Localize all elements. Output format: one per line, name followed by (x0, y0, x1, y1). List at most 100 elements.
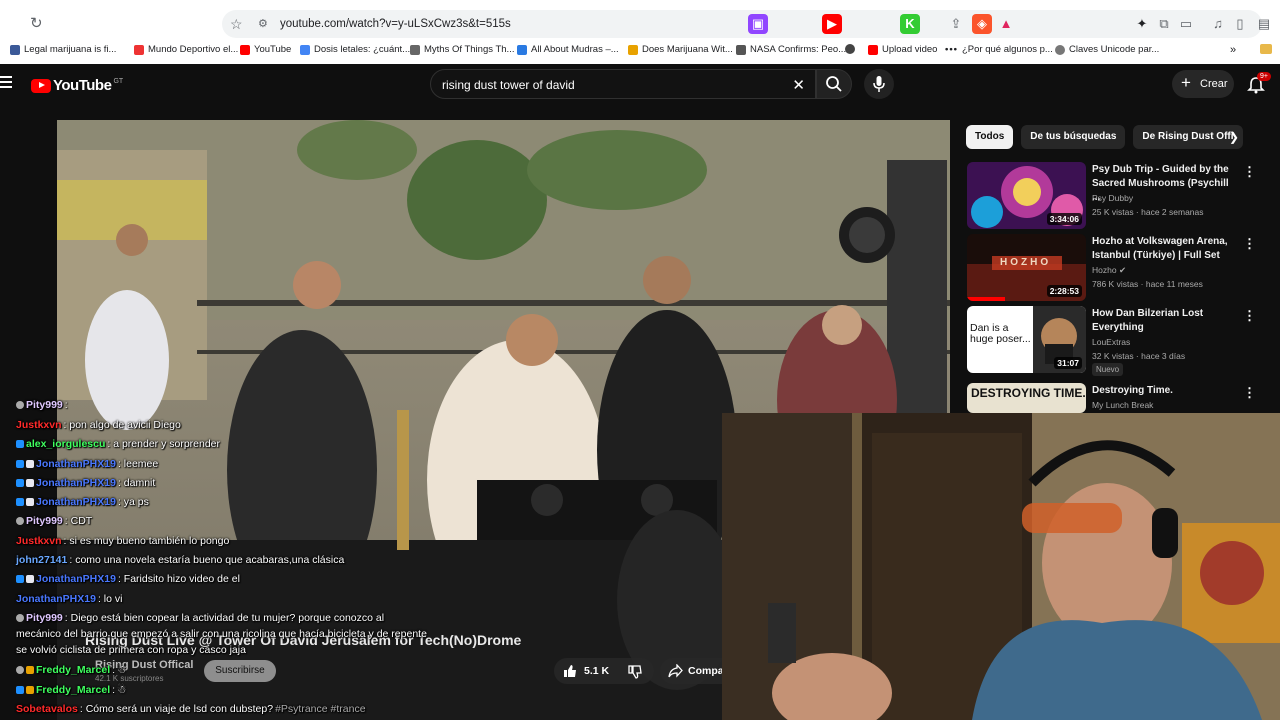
chat-badge-icon (26, 575, 34, 583)
bookmark-favicon-icon (845, 44, 855, 54)
brave-shield-icon[interactable]: ◈ (972, 14, 992, 34)
like-icon[interactable] (563, 664, 577, 678)
bookmark-item[interactable]: NASA Confirms: Peo... (736, 44, 846, 55)
bookmark-item[interactable]: Legal marijuana is fi... (10, 44, 116, 55)
bookmark-favicon-icon (410, 44, 420, 55)
menu-icon[interactable] (0, 76, 12, 88)
share-page-icon[interactable]: ⇪ (946, 14, 966, 34)
chat-message: Pity999: (16, 399, 68, 411)
more-options-icon[interactable]: ⋮ (1243, 164, 1256, 180)
chat-badge-icon (16, 440, 24, 448)
wallet-icon[interactable]: ▤ (1254, 14, 1274, 34)
folder-icon (1260, 44, 1272, 54)
more-options-icon[interactable]: ⋮ (1243, 236, 1256, 252)
bookmark-item[interactable]: Myths Of Things Th... (410, 44, 514, 55)
bookmark-item[interactable]: YouTube (240, 44, 291, 55)
stream-chat-overlay: Pity999: Justkxvn: pon algo de avicii Di… (0, 395, 450, 720)
search-icon (826, 76, 842, 92)
chat-badge-icon (26, 479, 34, 487)
bookmark-item[interactable]: Claves Unicode par... (1055, 44, 1159, 55)
emote-icon: ☃ (117, 664, 127, 676)
recommendation-channel[interactable]: Hozho ✔ (1092, 265, 1126, 276)
recommendation-title[interactable]: Hozho at Volkswagen Arena, Istanbul (Tür… (1092, 235, 1237, 263)
youtube-extension-icon[interactable]: ▶ (822, 14, 842, 34)
chat-badge-icon (16, 460, 24, 468)
chat-message-continuation: mecánico del barrio que empezó a salir c… (16, 628, 427, 640)
share-icon (668, 664, 683, 678)
bookmark-favicon-icon (300, 44, 310, 55)
search-input[interactable]: rising dust tower of david ✕ (430, 69, 816, 99)
share-button[interactable]: Compar (660, 658, 730, 684)
recommendation-meta: 786 K vistas · hace 11 meses (1092, 279, 1203, 289)
video-thumbnail[interactable]: Dan is a huge poser... 31:07 (967, 306, 1086, 373)
chat-badge-icon (16, 686, 24, 694)
youtube-logo[interactable]: YouTube GT (31, 77, 123, 94)
bookmark-favicon-icon (868, 44, 878, 55)
dislike-icon[interactable] (628, 665, 642, 679)
site-info-icon[interactable]: ⚙ (258, 17, 268, 30)
kick-extension-icon[interactable]: K (900, 14, 920, 34)
chip-de-rising-dust[interactable]: De Rising Dust Offi (1133, 125, 1243, 149)
video-thumbnail[interactable]: DESTROYING TIME. (967, 383, 1086, 413)
recommendation-channel[interactable]: LouExtras (1092, 337, 1130, 347)
sidebar-icon[interactable]: ▯ (1230, 14, 1250, 34)
chat-message: Pity999: Diego está bien copear la activ… (16, 612, 384, 624)
bookmark-item[interactable]: Upload video (868, 44, 937, 55)
bookmark-item[interactable] (845, 44, 855, 54)
recommendation-title[interactable]: How Dan Bilzerian Lost Everything (1092, 307, 1237, 335)
verified-icon: ✔ (1118, 265, 1127, 275)
chat-message: alex_iorgulescu: a prender y sorprender (16, 438, 220, 450)
new-badge: Nuevo (1092, 363, 1124, 376)
chat-badge-icon (26, 460, 34, 468)
recommendation-item[interactable]: HOZHO 2:28:53 Hozho at Volkswagen Arena,… (967, 234, 1267, 302)
thumbnail-caption: Dan is a huge poser... (970, 322, 1031, 345)
recommendation-channel[interactable]: Psy Dubby (1092, 193, 1133, 203)
url-text[interactable]: youtube.com/watch?v=y-uLSxCwz3s&t=515s (280, 18, 511, 30)
recommendation-channel[interactable]: My Lunch Break (1092, 400, 1153, 410)
clear-search-icon[interactable]: ✕ (792, 76, 805, 94)
recommendation-item[interactable]: DESTROYING TIME. Destroying Time. My Lun… (967, 383, 1267, 413)
voice-search-button[interactable] (864, 69, 894, 99)
reload-icon[interactable]: ↻ (30, 16, 46, 32)
more-bookmarks-icon[interactable]: » (1230, 44, 1236, 56)
chat-message: JonathanPHX19: damnit (16, 477, 155, 489)
more-options-icon[interactable]: ⋮ (1243, 308, 1256, 324)
chevron-right-icon[interactable]: ❯ (1229, 130, 1239, 144)
window-icon[interactable]: ▭ (1176, 14, 1196, 34)
video-thumbnail[interactable]: 3:34:06 (967, 162, 1086, 229)
bookmark-favicon-icon (628, 44, 638, 55)
bookmark-item[interactable]: ••• ¿Por qué algunos p... (945, 44, 1053, 55)
bookmark-favicon-icon: ••• (945, 44, 958, 55)
chip-de-tus-busquedas[interactable]: De tus búsquedas (1021, 125, 1126, 149)
chip-todos[interactable]: Todos (966, 125, 1014, 149)
bookmark-folder-icon[interactable] (1260, 44, 1272, 54)
create-button[interactable]: + Crear (1172, 70, 1234, 98)
filter-chips: Todos De tus búsquedas De Rising Dust Of… (966, 125, 1243, 149)
thumbnail-logo: HOZHO (1000, 257, 1052, 268)
search-button[interactable] (816, 69, 852, 99)
search-query[interactable]: rising dust tower of david (442, 78, 575, 92)
more-options-icon[interactable]: ⋮ (1243, 385, 1256, 401)
twitch-extension-icon[interactable]: ▣ (748, 14, 768, 34)
recommendation-item[interactable]: 3:34:06 Psy Dub Trip - Guided by the Sac… (967, 162, 1267, 230)
bookmark-item[interactable]: Mundo Deportivo el... (134, 44, 238, 55)
chat-message: Pity999: CDT (16, 515, 92, 527)
puzzle-icon[interactable]: ⧉ (1154, 14, 1174, 34)
chat-message: Justkxvn: si es muy bueno también lo pon… (16, 535, 230, 547)
browser-chrome: ↻ ☆ ⚙ youtube.com/watch?v=y-uLSxCwz3s&t=… (0, 0, 1280, 64)
bookmark-star-icon[interactable]: ☆ (230, 16, 243, 33)
brave-rewards-icon[interactable]: ▲ (996, 14, 1016, 34)
like-count: 5.1 K (584, 665, 610, 677)
bookmark-favicon-icon (240, 44, 250, 55)
bookmark-item[interactable]: Does Marijuana Wit... (628, 44, 733, 55)
extension-icon[interactable]: ✦ (1132, 14, 1152, 34)
bookmark-item[interactable]: All About Mudras –... (517, 44, 619, 55)
chat-badge-icon (26, 498, 34, 506)
media-icon[interactable]: ♫ (1208, 14, 1228, 34)
chat-badge-icon (16, 614, 24, 622)
chat-badge-icon (26, 666, 34, 674)
video-thumbnail[interactable]: HOZHO 2:28:53 (967, 234, 1086, 301)
bookmark-item[interactable]: Dosis letales: ¿cuánt... (300, 44, 410, 55)
recommendation-title[interactable]: Destroying Time. (1092, 384, 1237, 398)
recommendation-item[interactable]: Dan is a huge poser... 31:07 How Dan Bil… (967, 306, 1267, 376)
